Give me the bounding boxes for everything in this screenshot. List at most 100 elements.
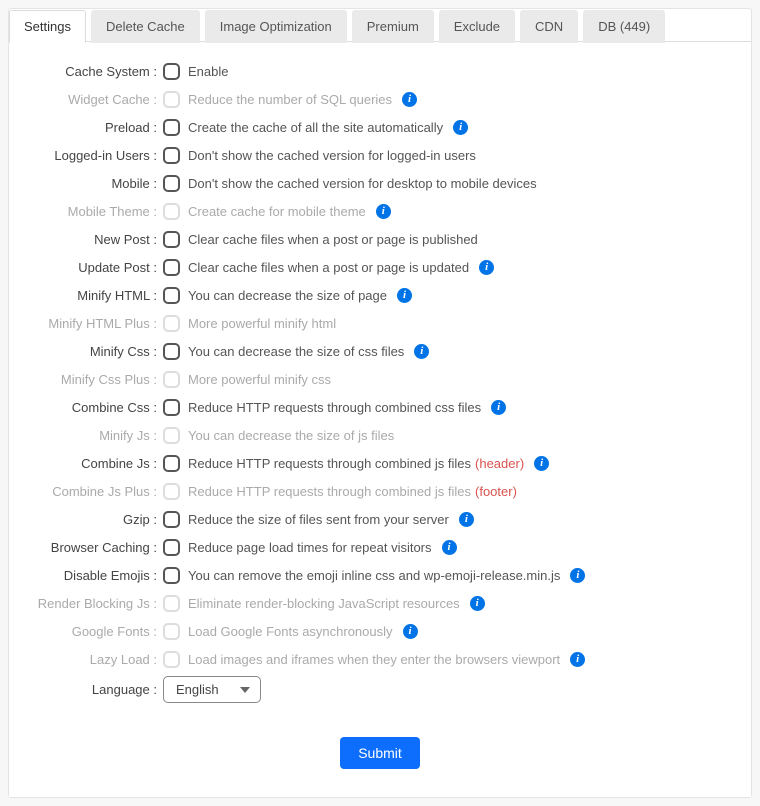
- option-label: Combine Js :: [25, 456, 163, 471]
- info-icon[interactable]: i: [414, 344, 429, 359]
- option-description: Clear cache files when a post or page is…: [188, 260, 469, 275]
- info-icon[interactable]: i: [402, 92, 417, 107]
- option-label: Update Post :: [25, 260, 163, 275]
- option-row: Widget Cache : Reduce the number of SQL q…: [25, 88, 735, 110]
- tab-image-optimization[interactable]: Image Optimization: [205, 10, 347, 43]
- tab-exclude[interactable]: Exclude: [439, 10, 515, 43]
- option-label: Widget Cache :: [25, 92, 163, 107]
- info-icon[interactable]: i: [397, 288, 412, 303]
- option-label: Minify Css :: [25, 344, 163, 359]
- option-description: You can decrease the size of css files: [188, 344, 404, 359]
- submit-button[interactable]: Submit: [340, 737, 420, 769]
- tab-delete-cache[interactable]: Delete Cache: [91, 10, 200, 43]
- option-checkbox[interactable]: [163, 455, 180, 472]
- tab-db-449-[interactable]: DB (449): [583, 10, 665, 43]
- option-checkbox[interactable]: [163, 175, 180, 192]
- option-label: Mobile Theme :: [25, 204, 163, 219]
- option-row: Google Fonts :Load Google Fonts asynchro…: [25, 620, 735, 642]
- info-icon[interactable]: i: [534, 456, 549, 471]
- option-description: Reduce HTTP requests through combined cs…: [188, 400, 481, 415]
- option-checkbox: [163, 91, 180, 108]
- option-checkbox[interactable]: [163, 511, 180, 528]
- option-row: Mobile Theme : Create cache for mobile th…: [25, 200, 735, 222]
- option-label: New Post :: [25, 232, 163, 247]
- option-checkbox: [163, 315, 180, 332]
- info-icon[interactable]: i: [479, 260, 494, 275]
- submit-wrap: Submit: [25, 737, 735, 769]
- option-row: Combine Js : Reduce HTTP requests through…: [25, 452, 735, 474]
- option-checkbox[interactable]: [163, 539, 180, 556]
- option-row: Minify Css : You can decrease the size of…: [25, 340, 735, 362]
- option-label: Logged-in Users :: [25, 148, 163, 163]
- option-row: Logged-in Users : Don't show the cached v…: [25, 144, 735, 166]
- option-row: Gzip : Reduce the size of files sent from…: [25, 508, 735, 530]
- tab-cdn[interactable]: CDN: [520, 10, 578, 43]
- settings-panel: SettingsDelete CacheImage OptimizationPr…: [8, 8, 752, 798]
- option-checkbox: [163, 203, 180, 220]
- option-row: Mobile :Don't show the cached version fo…: [25, 172, 735, 194]
- option-label: Gzip :: [25, 512, 163, 527]
- option-checkbox[interactable]: [163, 567, 180, 584]
- option-label: Minify Css Plus :: [25, 372, 163, 387]
- option-description: You can decrease the size of page: [188, 288, 387, 303]
- language-row: Language : English: [25, 676, 735, 703]
- option-description: Don't show the cached version for logged…: [188, 148, 476, 163]
- option-row: Lazy Load :Load images and iframes when …: [25, 648, 735, 670]
- option-extra: (header): [475, 456, 524, 471]
- option-label: Preload :: [25, 120, 163, 135]
- option-description: Eliminate render-blocking JavaScript res…: [188, 596, 460, 611]
- option-row: Disable Emojis :You can remove the emoji…: [25, 564, 735, 586]
- option-description: Reduce HTTP requests through combined js…: [188, 456, 471, 471]
- option-label: Combine Css :: [25, 400, 163, 415]
- language-value: English: [176, 682, 219, 697]
- option-label: Minify HTML :: [25, 288, 163, 303]
- info-icon[interactable]: i: [570, 568, 585, 583]
- option-description: More powerful minify css: [188, 372, 331, 387]
- option-label: Minify HTML Plus :: [25, 316, 163, 331]
- option-checkbox[interactable]: [163, 63, 180, 80]
- option-checkbox[interactable]: [163, 119, 180, 136]
- option-checkbox: [163, 595, 180, 612]
- option-checkbox[interactable]: [163, 147, 180, 164]
- option-row: Update Post : Clear cache files when a po…: [25, 256, 735, 278]
- option-description: Create cache for mobile theme: [188, 204, 366, 219]
- info-icon[interactable]: i: [453, 120, 468, 135]
- option-row: Combine Css : Reduce HTTP requests throug…: [25, 396, 735, 418]
- info-icon[interactable]: i: [470, 596, 485, 611]
- option-description: Clear cache files when a post or page is…: [188, 232, 478, 247]
- info-icon[interactable]: i: [459, 512, 474, 527]
- info-icon[interactable]: i: [376, 204, 391, 219]
- option-label: Cache System :: [25, 64, 163, 79]
- info-icon[interactable]: i: [491, 400, 506, 415]
- option-checkbox[interactable]: [163, 399, 180, 416]
- language-select[interactable]: English: [163, 676, 261, 703]
- option-row: Cache System :Enable: [25, 60, 735, 82]
- option-label: Combine Js Plus :: [25, 484, 163, 499]
- option-description: Reduce HTTP requests through combined js…: [188, 484, 471, 499]
- option-description: Reduce page load times for repeat visito…: [188, 540, 432, 555]
- option-description: More powerful minify html: [188, 316, 336, 331]
- info-icon[interactable]: i: [442, 540, 457, 555]
- option-row: Browser Caching : Reduce page load times …: [25, 536, 735, 558]
- option-description: Reduce the number of SQL queries: [188, 92, 392, 107]
- option-checkbox: [163, 483, 180, 500]
- option-checkbox[interactable]: [163, 287, 180, 304]
- tab-settings[interactable]: Settings: [9, 10, 86, 43]
- option-label: Browser Caching :: [25, 540, 163, 555]
- option-row: Combine Js Plus : Reduce HTTP requests th…: [25, 480, 735, 502]
- chevron-down-icon: [240, 687, 250, 693]
- option-checkbox[interactable]: [163, 343, 180, 360]
- option-extra: (footer): [475, 484, 517, 499]
- tab-premium[interactable]: Premium: [352, 10, 434, 43]
- info-icon[interactable]: i: [570, 652, 585, 667]
- option-description: Reduce the size of files sent from your …: [188, 512, 449, 527]
- option-label: Lazy Load :: [25, 652, 163, 667]
- info-icon[interactable]: i: [403, 624, 418, 639]
- option-description: Don't show the cached version for deskto…: [188, 176, 537, 191]
- option-row: Preload :Create the cache of all the sit…: [25, 116, 735, 138]
- option-checkbox[interactable]: [163, 259, 180, 276]
- option-row: Minify HTML : You can decrease the size o…: [25, 284, 735, 306]
- option-label: Google Fonts :: [25, 624, 163, 639]
- option-checkbox[interactable]: [163, 231, 180, 248]
- option-label: Minify Js :: [25, 428, 163, 443]
